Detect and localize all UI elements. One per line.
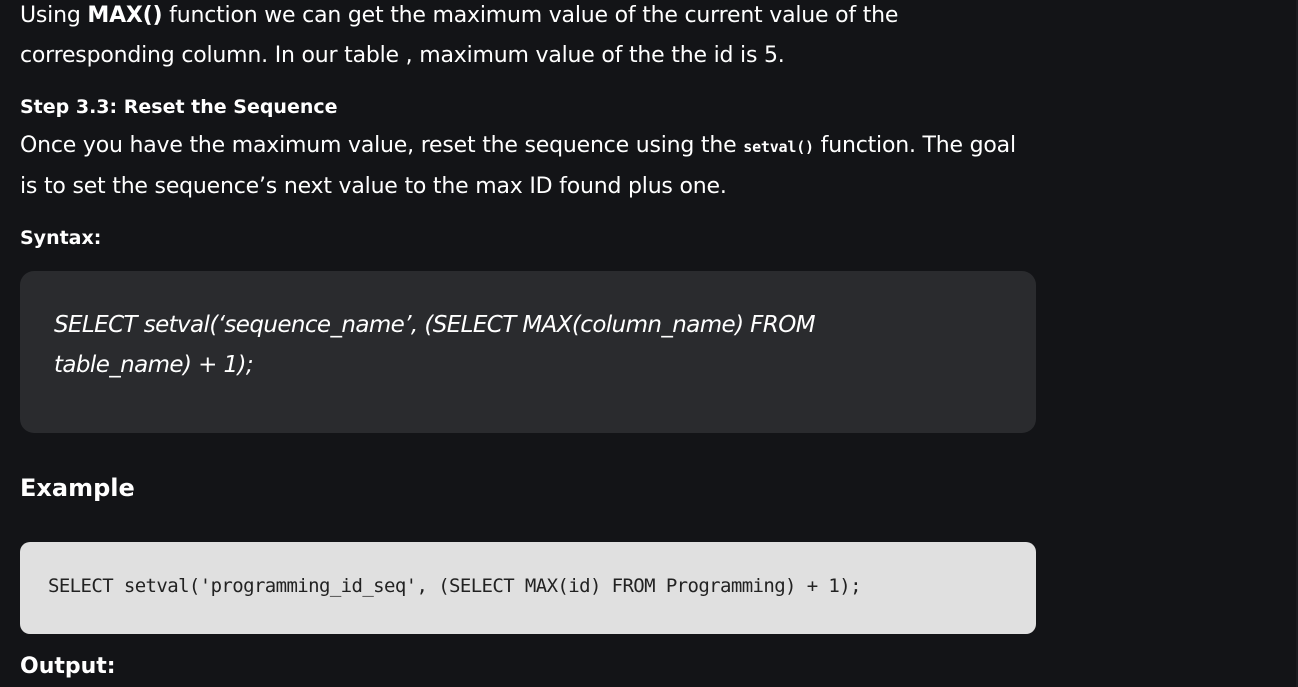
step-heading: Step 3.3: Reset the Sequence (20, 96, 338, 118)
output-label: Output: (20, 654, 116, 679)
intro-paragraph: Using MAX() function we can get the maxi… (20, 0, 1036, 76)
code-text[interactable]: SELECT setval('programming_id_seq', (SEL… (48, 575, 862, 597)
code-block: SELECT setval('programming_id_seq', (SEL… (20, 542, 1036, 634)
syntax-block: SELECT setval(‘sequence_name’, (SELECT M… (20, 271, 1036, 433)
intro-function-name: MAX() (87, 3, 163, 28)
syntax-label: Syntax: (20, 227, 102, 249)
intro-text-before: Using (20, 3, 88, 28)
syntax-text: SELECT setval(‘sequence_name’, (SELECT M… (54, 312, 816, 378)
inline-code: setval() (743, 138, 814, 156)
step-text-before: Once you have the maximum value, reset t… (20, 133, 744, 158)
example-heading: Example (20, 474, 135, 502)
step-paragraph: Once you have the maximum value, reset t… (20, 126, 1036, 207)
